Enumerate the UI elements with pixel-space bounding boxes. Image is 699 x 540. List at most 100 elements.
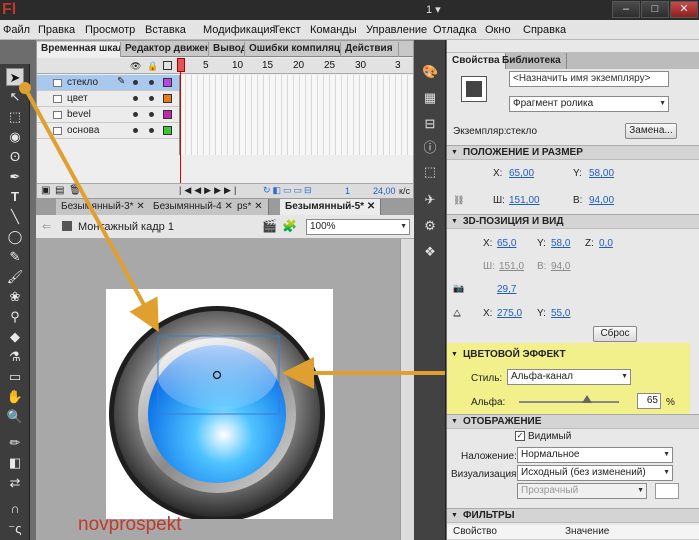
blend-select[interactable]: Нормальное [517, 447, 673, 463]
layer-color-swatch[interactable] [163, 110, 172, 119]
tab-actions[interactable]: Действия [341, 42, 399, 57]
swatches-panel-icon[interactable]: ▦ [422, 90, 438, 106]
y-value[interactable]: 58,00 [589, 168, 614, 179]
current-frame[interactable]: 1 [345, 186, 350, 196]
info-panel-icon[interactable]: ⓘ [422, 140, 438, 156]
layer-row[interactable]: bevel [37, 107, 179, 123]
menu-help[interactable]: Справка [523, 24, 566, 36]
layer-row[interactable]: стекло ✎ [37, 75, 179, 91]
zoom-tool-icon[interactable]: 🔍 [6, 408, 24, 426]
doc-tab-active[interactable]: Безымянный-5* ✕ [280, 199, 382, 215]
hand-tool-icon[interactable]: ✋ [6, 388, 24, 406]
lock-dot[interactable] [149, 96, 154, 101]
zoom-select[interactable]: 100% [306, 219, 410, 235]
render-select[interactable]: Исходный (без изменений) [517, 465, 673, 481]
edit-scene-icon[interactable]: 🎬 [262, 219, 277, 233]
menu-control[interactable]: Управление [366, 24, 427, 36]
menu-view[interactable]: Просмотр [85, 24, 135, 36]
layer-row[interactable]: цвет [37, 91, 179, 107]
eraser-tool-icon[interactable]: ▭ [6, 368, 24, 386]
menu-edit[interactable]: Правка [38, 24, 75, 36]
lock-dot[interactable] [149, 112, 154, 117]
lock-column-icon[interactable]: 🔒 [147, 61, 158, 72]
section-filters[interactable]: ФИЛЬТРЫ [447, 508, 699, 523]
alpha-input[interactable]: 65 [637, 393, 661, 409]
snap-magnet-icon[interactable]: ∩ [6, 500, 24, 518]
deco-tool-icon[interactable]: ❀ [6, 288, 24, 306]
menu-debug[interactable]: Отладка [433, 24, 476, 36]
section-3d-position[interactable]: 3D-ПОЗИЦИЯ И ВИД [447, 214, 699, 229]
subselection-tool-icon[interactable]: ↖ [6, 88, 24, 106]
restore-button[interactable]: □ [641, 1, 669, 18]
free-transform-tool-icon[interactable]: ⬚ [6, 108, 24, 126]
visibility-dot[interactable] [133, 128, 138, 133]
fill-color-icon[interactable]: ◧ [6, 454, 24, 472]
edit-symbol-icon[interactable]: 🧩 [282, 219, 297, 233]
menu-commands[interactable]: Команды [310, 24, 357, 36]
bone-tool-icon[interactable]: ⚲ [6, 308, 24, 326]
instance-name-field[interactable]: <Назначить имя экземпляру> [509, 71, 669, 87]
stage[interactable] [106, 289, 333, 522]
menu-window[interactable]: Окно [485, 24, 511, 36]
perspective-value[interactable]: 29,7 [497, 284, 516, 295]
brush-tool-icon[interactable]: 🖌 [6, 268, 24, 286]
vertical-scrollbar[interactable] [400, 239, 414, 540]
menu-file[interactable]: Файл [3, 24, 30, 36]
section-color-effect[interactable]: ЦВЕТОВОЙ ЭФФЕКТ [447, 348, 699, 363]
playhead[interactable] [177, 58, 185, 194]
oval-tool-icon[interactable]: ◯ [6, 228, 24, 246]
link-proportions-icon[interactable]: ⛓ [453, 195, 464, 206]
3d-rotation-tool-icon[interactable]: ◉ [6, 128, 24, 146]
lock-dot[interactable] [149, 80, 154, 85]
tab-output[interactable]: Вывод [209, 42, 245, 57]
delete-layer-icon[interactable]: 🗑 [69, 185, 82, 196]
new-folder-icon[interactable]: ▤ [55, 185, 64, 196]
tab-motion-editor[interactable]: Редактор движения [121, 42, 209, 57]
w-value[interactable]: 151,00 [509, 195, 540, 206]
tab-library[interactable]: Библиотека [497, 53, 567, 69]
alpha-slider-thumb[interactable] [582, 395, 592, 403]
new-layer-icon[interactable]: ▣ [41, 185, 50, 196]
doc-tab[interactable]: Безымянный-3* ✕ [56, 199, 151, 215]
lock-dot[interactable] [149, 128, 154, 133]
playback-controls-icon[interactable]: |◀◀▶▶▶| [179, 185, 239, 196]
color-panel-icon[interactable]: 🎨 [422, 64, 438, 80]
menu-modify[interactable]: Модификация [203, 24, 276, 36]
visibility-dot[interactable] [133, 112, 138, 117]
back-arrow-icon[interactable]: ⇐ [42, 220, 51, 233]
onion-skin-icon[interactable]: ↻◧▭▭⊟ [263, 185, 314, 196]
color-style-select[interactable]: Альфа-канал [507, 369, 631, 385]
visibility-dot[interactable] [133, 80, 138, 85]
doc-tab[interactable]: ps* ✕ [232, 199, 269, 215]
frame-grid[interactable] [179, 75, 413, 155]
doc-tab[interactable]: Безымянный-4 ✕ [148, 199, 239, 215]
visibility-dot[interactable] [133, 96, 138, 101]
swap-button[interactable]: Замена... [625, 123, 677, 139]
workspace-switcher[interactable]: 1 ▾ [426, 3, 441, 16]
text-tool-icon[interactable]: T [6, 188, 24, 206]
x-value[interactable]: 65,00 [509, 168, 534, 179]
outline-column-icon[interactable] [163, 61, 172, 70]
code-snippets-icon[interactable]: ❖ [422, 244, 438, 260]
layer-color-swatch[interactable] [163, 126, 172, 135]
transform-panel-icon[interactable]: ⬚ [422, 164, 438, 180]
eyedropper-tool-icon[interactable]: ⚗ [6, 348, 24, 366]
layer-color-swatch[interactable] [163, 94, 172, 103]
background-color-swatch[interactable] [655, 483, 679, 499]
tab-timeline[interactable]: Временная шкала [37, 42, 121, 57]
menu-insert[interactable]: Вставка [145, 24, 186, 36]
components-icon[interactable]: ⚙ [422, 218, 438, 234]
stroke-color-icon[interactable]: ✏ [6, 434, 24, 452]
align-panel-icon[interactable]: ⊟ [422, 116, 438, 132]
smooth-icon[interactable]: ⁻ς [6, 520, 24, 538]
line-tool-icon[interactable]: ╲ [6, 208, 24, 226]
eye-column-icon[interactable]: 👁 [130, 61, 141, 72]
motion-presets-icon[interactable]: ✈ [422, 192, 438, 208]
reset-button[interactable]: Сброс [593, 326, 637, 342]
menu-text[interactable]: Текст [273, 24, 301, 36]
symbol-type-select[interactable]: Фрагмент ролика [509, 96, 669, 112]
z3d-value[interactable]: 0,0 [599, 238, 613, 249]
layer-row[interactable]: основа [37, 123, 179, 139]
close-button[interactable]: ✕ [670, 1, 698, 18]
layer-color-swatch[interactable] [163, 78, 172, 87]
